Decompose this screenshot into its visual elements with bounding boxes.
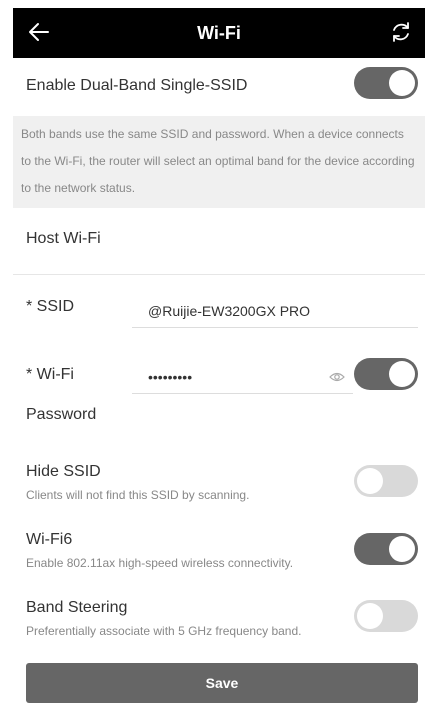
ssid-value: @Ruijie-EW3200GX PRO	[148, 302, 311, 319]
band-steering-subtitle: Preferentially associate with 5 GHz freq…	[26, 624, 302, 638]
password-label: * Wi-Fi	[26, 366, 74, 383]
password-input[interactable]: •••••••••	[132, 360, 353, 394]
hide-ssid-title: Hide SSID	[26, 463, 101, 480]
band-steering-toggle[interactable]	[354, 600, 418, 632]
dual-band-row: Enable Dual-Band Single-SSID	[13, 58, 425, 116]
divider	[13, 274, 425, 275]
wifi6-toggle[interactable]	[354, 533, 418, 565]
hide-ssid-toggle[interactable]	[354, 465, 418, 497]
page-title: Wi-Fi	[197, 22, 241, 43]
dual-band-toggle[interactable]	[354, 67, 418, 99]
app-header: Wi-Fi	[13, 8, 425, 58]
save-button[interactable]: Save	[26, 663, 418, 703]
wifi6-subtitle: Enable 802.11ax high-speed wireless conn…	[26, 556, 294, 570]
dual-band-description: Both bands use the same SSID and passwor…	[13, 116, 425, 208]
password-value: •••••••••	[148, 368, 193, 385]
dual-band-label: Enable Dual-Band Single-SSID	[26, 77, 248, 94]
hide-ssid-subtitle: Clients will not find this SSID by scann…	[26, 488, 250, 502]
section-title-host-wifi: Host Wi-Fi	[26, 230, 101, 247]
password-toggle[interactable]	[354, 358, 418, 390]
band-steering-title: Band Steering	[26, 599, 128, 616]
ssid-label: * SSID	[26, 298, 75, 315]
eye-icon[interactable]	[329, 369, 345, 388]
ssid-input[interactable]: @Ruijie-EW3200GX PRO	[132, 294, 418, 328]
refresh-icon[interactable]	[389, 20, 413, 44]
wifi6-title: Wi-Fi6	[26, 531, 73, 548]
password-label-cont: Password	[26, 406, 97, 423]
